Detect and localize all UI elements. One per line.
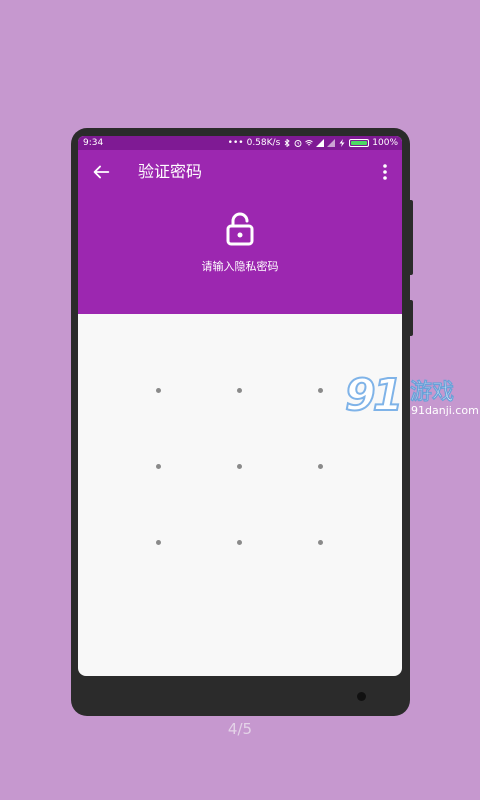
pattern-dot-7[interactable] xyxy=(156,540,161,545)
wifi-icon xyxy=(305,140,314,146)
signal-icon xyxy=(316,139,325,147)
pattern-dot-8[interactable] xyxy=(237,540,242,545)
watermark-logo-number: 91 xyxy=(344,369,404,422)
app-bar: 验证密码 xyxy=(78,150,402,194)
watermark-logo-title: 游戏 xyxy=(410,380,455,406)
charging-icon xyxy=(339,139,345,147)
status-time: 9:34 xyxy=(83,138,104,148)
password-prompt: 请输入隐私密码 xyxy=(201,260,279,273)
pattern-dot-3[interactable] xyxy=(318,388,323,393)
page-indicator: 4/5 xyxy=(227,720,253,738)
status-bar: 9:34 ••• 0.58K/s 100% xyxy=(78,136,402,150)
camera-dot xyxy=(357,692,366,701)
unlock-icon xyxy=(226,212,254,246)
signal2-icon xyxy=(327,139,336,147)
battery-icon xyxy=(349,139,370,147)
bluetooth-icon xyxy=(284,139,290,147)
status-icons: ••• 0.58K/s 100% xyxy=(228,136,398,150)
pattern-dot-5[interactable] xyxy=(237,464,242,469)
pattern-dot-9[interactable] xyxy=(318,540,323,545)
status-dots: ••• xyxy=(227,138,244,148)
pattern-dot-1[interactable] xyxy=(156,388,161,393)
pattern-grid[interactable] xyxy=(78,314,402,676)
pattern-dot-2[interactable] xyxy=(237,388,242,393)
site-watermark: 91 游戏 91danji.com xyxy=(344,369,480,430)
page-title: 验证密码 xyxy=(138,162,203,181)
arrow-left-icon[interactable] xyxy=(90,161,112,183)
battery-level: 100% xyxy=(372,138,398,148)
verify-header: 请输入隐私密码 xyxy=(78,194,402,314)
pattern-dot-6[interactable] xyxy=(318,464,323,469)
net-speed: 0.58K/s xyxy=(246,138,281,148)
more-vertical-icon[interactable] xyxy=(378,161,392,183)
watermark-url: 91danji.com xyxy=(411,404,479,417)
pattern-dot-4[interactable] xyxy=(156,464,161,469)
alarm-icon xyxy=(294,140,302,147)
